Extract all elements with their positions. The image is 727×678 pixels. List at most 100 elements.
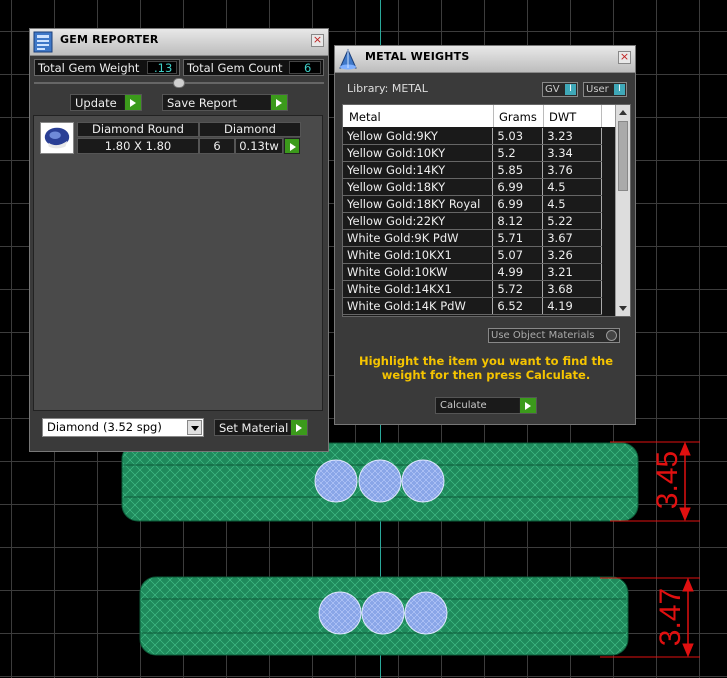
metal-cell-metal: White Gold:14K PdW xyxy=(343,297,494,315)
metal-cell-dwt: 4.5 xyxy=(542,178,602,196)
library-label: Library: METAL xyxy=(347,82,428,95)
metal-cell-dwt: 3.76 xyxy=(542,161,602,179)
gem-list-item[interactable]: Diamond Round Diamond 1.80 X 1.80 6 0.13… xyxy=(39,121,301,155)
set-material-button-label: Set Material xyxy=(219,421,289,435)
material-select-value: Diamond xyxy=(47,420,99,434)
metal-cell-metal: Yellow Gold:10KY xyxy=(343,144,494,162)
metal-cell-dwt: 3.34 xyxy=(542,144,602,162)
metal-row[interactable]: Yellow Gold:22KY 8.12 5.22 xyxy=(343,212,602,230)
scroll-down-icon[interactable] xyxy=(619,306,627,311)
metal-row[interactable]: White Gold:14KX1 5.72 3.68 xyxy=(343,280,602,298)
update-button-label: Update xyxy=(75,96,117,110)
metal-cell-metal: Yellow Gold:9KY xyxy=(343,128,494,145)
save-report-go-icon xyxy=(270,95,287,110)
metal-cell-grams: 5.2 xyxy=(492,144,544,162)
gem-material-cell: Diamond xyxy=(199,122,301,137)
metal-cell-dwt: 3.26 xyxy=(542,246,602,264)
metal-table-container[interactable]: Metal Grams DWT Yellow Gold:9KY 5.03 3.23 Y… xyxy=(342,104,631,317)
gem-list-panel[interactable]: Diamond Round Diamond 1.80 X 1.80 6 0.13… xyxy=(33,115,323,411)
metal-row[interactable]: White Gold:10KX1 5.07 3.26 xyxy=(343,246,602,264)
total-gem-count-field: Total Gem Count 6 xyxy=(183,59,324,76)
metal-cell-metal: White Gold:9K PdW xyxy=(343,229,494,247)
total-gem-weight-label: Total Gem Weight xyxy=(38,61,140,75)
metal-cell-grams: 5.03 xyxy=(492,128,544,145)
metal-cell-grams: 5.85 xyxy=(492,161,544,179)
upper-ring[interactable] xyxy=(121,442,639,522)
set-material-button[interactable]: Set Material xyxy=(214,419,308,436)
metal-weights-titlebar[interactable]: METAL WEIGHTS × xyxy=(335,46,635,73)
table-scrollbar[interactable] xyxy=(615,105,630,316)
gem-reporter-window[interactable]: GEM REPORTER × Total Gem Weight .13 Tota… xyxy=(29,28,329,452)
gem-count-cell: 6 xyxy=(199,138,235,154)
scroll-up-icon[interactable] xyxy=(619,110,627,115)
metal-cell-metal: White Gold:10KW xyxy=(343,263,494,281)
use-object-materials-radio-icon[interactable] xyxy=(606,330,617,341)
total-gem-count-label: Total Gem Count xyxy=(187,61,283,75)
gem-row-go-button[interactable] xyxy=(284,138,300,154)
material-select-spg: (3.52 spg) xyxy=(103,420,162,434)
splitter-handle-icon[interactable] xyxy=(173,78,185,88)
metal-cell-grams: 6.99 xyxy=(492,178,544,196)
metal-cell-metal: White Gold:14KX1 xyxy=(343,280,494,298)
col-grams-header[interactable]: Grams xyxy=(499,110,537,124)
metal-weights-window[interactable]: METAL WEIGHTS × Library: METAL GV I User… xyxy=(334,45,636,425)
gem-reporter-title: GEM REPORTER xyxy=(60,33,159,46)
metal-cell-grams: 6.99 xyxy=(492,195,544,213)
lower-ring[interactable] xyxy=(139,576,629,656)
metal-cell-grams: 4.99 xyxy=(492,263,544,281)
gem-reporter-titlebar[interactable]: GEM REPORTER × xyxy=(30,29,328,56)
metal-row[interactable]: Yellow Gold:9KY 5.03 3.23 xyxy=(343,128,602,145)
scrollbar-thumb[interactable] xyxy=(618,121,628,191)
gem-reporter-app-icon xyxy=(33,31,53,53)
gem-weight-cell: 0.13tw xyxy=(235,138,283,154)
material-select[interactable]: Diamond (3.52 spg) xyxy=(42,418,204,437)
calculate-go-icon xyxy=(519,398,536,413)
metal-table[interactable]: Yellow Gold:9KY 5.03 3.23 Yellow Gold:10KY 5… xyxy=(343,128,602,315)
gem-reporter-close-icon[interactable]: × xyxy=(311,34,324,47)
metal-weights-close-icon[interactable]: × xyxy=(618,51,631,64)
calculate-button[interactable]: Calculate xyxy=(435,397,537,414)
instruction-text: Highlight the item you want to find the … xyxy=(359,354,613,382)
metal-cell-dwt: 4.19 xyxy=(542,297,602,315)
save-report-button[interactable]: Save Report xyxy=(162,94,288,111)
set-material-go-icon xyxy=(290,420,307,435)
chevron-down-icon[interactable] xyxy=(187,420,202,435)
metal-row[interactable]: Yellow Gold:14KY 5.85 3.76 xyxy=(343,161,602,179)
metal-cell-dwt: 3.21 xyxy=(542,263,602,281)
metal-cell-metal: Yellow Gold:18KY xyxy=(343,178,494,196)
user-toggle[interactable]: User I xyxy=(583,82,627,97)
metal-cell-dwt: 3.67 xyxy=(542,229,602,247)
metal-row[interactable]: White Gold:14K PdW 6.52 4.19 xyxy=(343,297,602,315)
col-metal-header[interactable]: Metal xyxy=(349,110,381,124)
gv-toggle[interactable]: GV I xyxy=(542,82,578,97)
user-label: User xyxy=(586,84,609,95)
metal-row[interactable]: Yellow Gold:18KY 6.99 4.5 xyxy=(343,178,602,196)
save-report-button-label: Save Report xyxy=(167,96,238,110)
update-button[interactable]: Update xyxy=(70,94,142,111)
gem-size-cell: 1.80 X 1.80 xyxy=(77,138,199,154)
metal-cell-dwt: 4.5 xyxy=(542,195,602,213)
metal-row[interactable]: Yellow Gold:10KY 5.2 3.34 xyxy=(343,144,602,162)
use-object-materials-checkbox[interactable]: Use Object Materials xyxy=(488,328,620,343)
col-dwt-header[interactable]: DWT xyxy=(549,110,576,124)
metal-cell-dwt: 3.68 xyxy=(542,280,602,298)
metal-weights-title: METAL WEIGHTS xyxy=(365,50,470,63)
diamond-round-icon xyxy=(40,122,74,154)
calculate-button-label: Calculate xyxy=(440,400,487,411)
metal-cell-metal: Yellow Gold:14KY xyxy=(343,161,494,179)
metal-cell-dwt: 3.23 xyxy=(542,128,602,145)
metal-cell-grams: 5.71 xyxy=(492,229,544,247)
metal-weights-app-icon xyxy=(339,48,357,70)
metal-row[interactable]: White Gold:10KW 4.99 3.21 xyxy=(343,263,602,281)
metal-cell-grams: 6.52 xyxy=(492,297,544,315)
metal-cell-metal: Yellow Gold:18KY Royal xyxy=(343,195,494,213)
total-gem-weight-field: Total Gem Weight .13 xyxy=(34,59,180,76)
metal-table-header: Metal Grams DWT xyxy=(343,105,615,127)
metal-cell-grams: 8.12 xyxy=(492,212,544,230)
metal-row[interactable]: White Gold:9K PdW 5.71 3.67 xyxy=(343,229,602,247)
metal-cell-grams: 5.07 xyxy=(492,246,544,264)
metal-cell-grams: 5.72 xyxy=(492,280,544,298)
metal-row[interactable]: Yellow Gold:18KY Royal 6.99 4.5 xyxy=(343,195,602,213)
dimension-label-top: 3.45 xyxy=(651,450,684,510)
total-gem-count-value: 6 xyxy=(289,61,321,74)
